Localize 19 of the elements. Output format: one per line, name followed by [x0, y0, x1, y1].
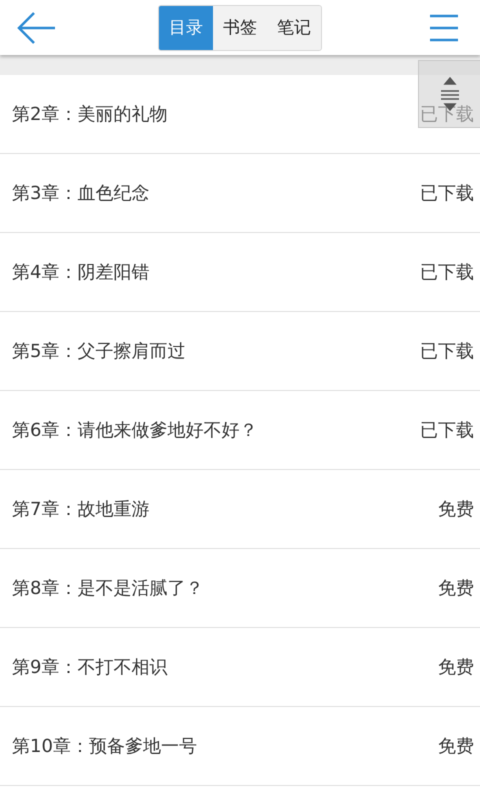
chapter-status: 已下载	[420, 261, 474, 284]
chapter-title[interactable]: 第4章：阴差阳错	[12, 260, 150, 284]
scroll-handle[interactable]	[418, 60, 480, 128]
chapter-title[interactable]: 第5章：父子擦肩而过	[12, 339, 186, 363]
chapter-title[interactable]: 第7章：故地重游	[12, 497, 150, 521]
tab[interactable]: 目录	[159, 6, 213, 50]
chapter-status: 免费	[438, 577, 474, 600]
chapter-title[interactable]: 第8章：是不是活腻了？	[12, 576, 204, 600]
chapter-status: 免费	[438, 735, 474, 758]
chapter-title[interactable]: 第9章：不打不相识	[12, 655, 168, 679]
chapter-title[interactable]: 第10章：预备爹地一号	[12, 734, 197, 758]
chapter-title[interactable]: 第2章：美丽的礼物	[12, 102, 168, 126]
chapter-status: 已下载	[420, 419, 474, 442]
chapter-status: 已下载	[420, 340, 474, 363]
chapter-status: 已下载	[420, 182, 474, 205]
chapter-title[interactable]: 第3章：血色纪念	[12, 181, 150, 205]
chapter-title[interactable]: 第6章：请他来做爹地好不好？	[12, 418, 258, 442]
chapter-status: 免费	[438, 498, 474, 521]
chapter-status: 免费	[438, 656, 474, 679]
